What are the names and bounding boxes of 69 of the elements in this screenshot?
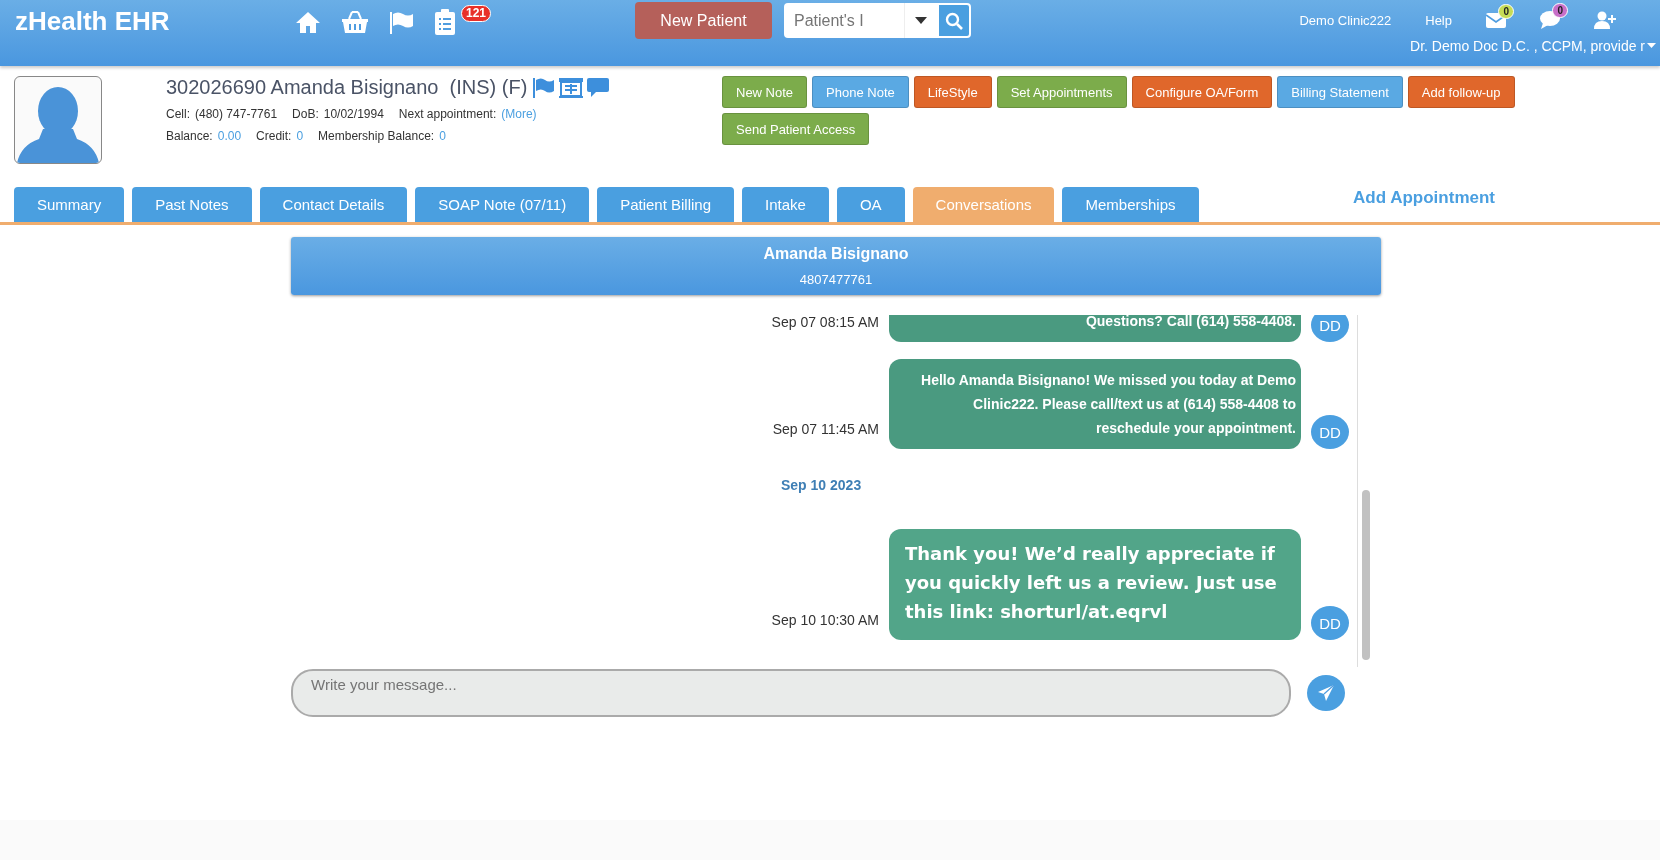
scrollbar-thumb[interactable] [1362,490,1370,660]
clipboard-icon[interactable] [435,9,455,35]
tab[interactable]: Contact Details [259,187,408,222]
mail-icon[interactable] [1486,12,1506,28]
sender-avatar: DD [1311,606,1349,640]
balance-label: Balance: [166,129,213,143]
action-button[interactable]: LifeStyle [913,76,992,108]
tab[interactable]: Intake [742,187,829,222]
membership-balance-value: 0 [439,129,446,143]
notification-badge: 0 [1498,4,1514,19]
user-menu[interactable]: Dr. Demo Doc D.C. , CCPM, provide r [1410,38,1656,54]
message-bubble: Thank you! We’d really appreciate if you quickly left us a review. Just use this link: shorturl/at.eqrvl [889,529,1301,640]
tab[interactable]: Past Notes [132,187,252,222]
search-dropdown-toggle[interactable] [904,3,937,38]
membership-balance-label: Membership Balance: [318,129,435,143]
contact-phone: 4807477761 [799,272,873,287]
caret-icon [1647,43,1656,49]
more-link[interactable]: (More) [501,107,537,121]
tab[interactable]: Conversations [912,187,1055,222]
help-link[interactable]: Help [1425,12,1452,28]
dob-value: 10/02/1994 [323,107,384,121]
patient-search-field[interactable]: Patient's I [784,3,904,38]
tab[interactable]: Patient Billing [597,187,735,222]
message-bubble: Hello Amanda Bisignano! We missed you today at Demo Clinic222. Please call/text us at (614) 558-4408 to reschedule your appointment. [889,359,1301,449]
patient-title: 302026690 Amanda Bisignano (INS) (F) [166,76,528,99]
message-bubble: Questions? Call (614) 558-4408. [889,315,1301,342]
tab[interactable]: Memberships [1062,187,1199,222]
flag-icon[interactable] [533,77,556,98]
next-appointment-label: Next appointment: [398,107,497,121]
action-button[interactable]: Phone Note [812,76,909,108]
basket-icon[interactable] [341,10,369,34]
document-icon[interactable] [559,77,584,98]
contact-name: Amanda Bisignano [763,245,909,263]
tab[interactable]: SOAP Note (07/11) [415,187,590,222]
tab[interactable]: OA [836,187,905,222]
message-time: Sep 07 11:45 AM [771,421,879,439]
action-button[interactable]: Configure OA/Form [1131,76,1273,108]
tab[interactable]: Summary [14,187,125,222]
home-icon[interactable] [295,10,321,34]
add-appointment-link[interactable]: Add Appointment [1353,188,1495,208]
flag-icon[interactable] [389,10,415,34]
search-icon [945,11,963,30]
message-time: Sep 07 08:15 AM [770,315,879,332]
notification-badge: 0 [1552,3,1568,18]
credit-value: 0 [296,129,304,143]
sender-avatar: DD [1311,415,1349,449]
comment-icon[interactable] [587,77,610,98]
balance-value: 0.00 [217,129,242,143]
sender-avatar: DD [1311,315,1349,342]
action-button[interactable]: New Note [722,76,808,108]
app-title: zHealth EHR [15,6,171,37]
dob-label: DoB: [292,107,319,121]
cell-phone: (480) 747-7761 [195,107,278,121]
date-separator: Sep 10 2023 [781,477,862,493]
message-time: Sep 10 10:30 AM [770,612,879,630]
credit-label: Credit: [256,129,292,143]
action-button[interactable]: Billing Statement [1277,76,1403,108]
notification-badge: 121 [460,5,491,22]
clinic-link[interactable]: Demo Clinic222 [1299,12,1392,28]
new-patient-button[interactable]: New Patient [635,2,772,39]
add-user-icon[interactable] [1594,11,1616,29]
send-button[interactable] [1307,675,1345,711]
action-button[interactable]: Add follow-up [1407,76,1515,108]
action-button[interactable]: Send Patient Access [722,113,870,145]
action-button[interactable]: Set Appointments [996,76,1127,108]
send-icon [1317,684,1335,702]
message-input[interactable]: Write your message... [291,669,1291,717]
caret-icon [915,16,927,25]
cell-label: Cell: [166,107,190,121]
